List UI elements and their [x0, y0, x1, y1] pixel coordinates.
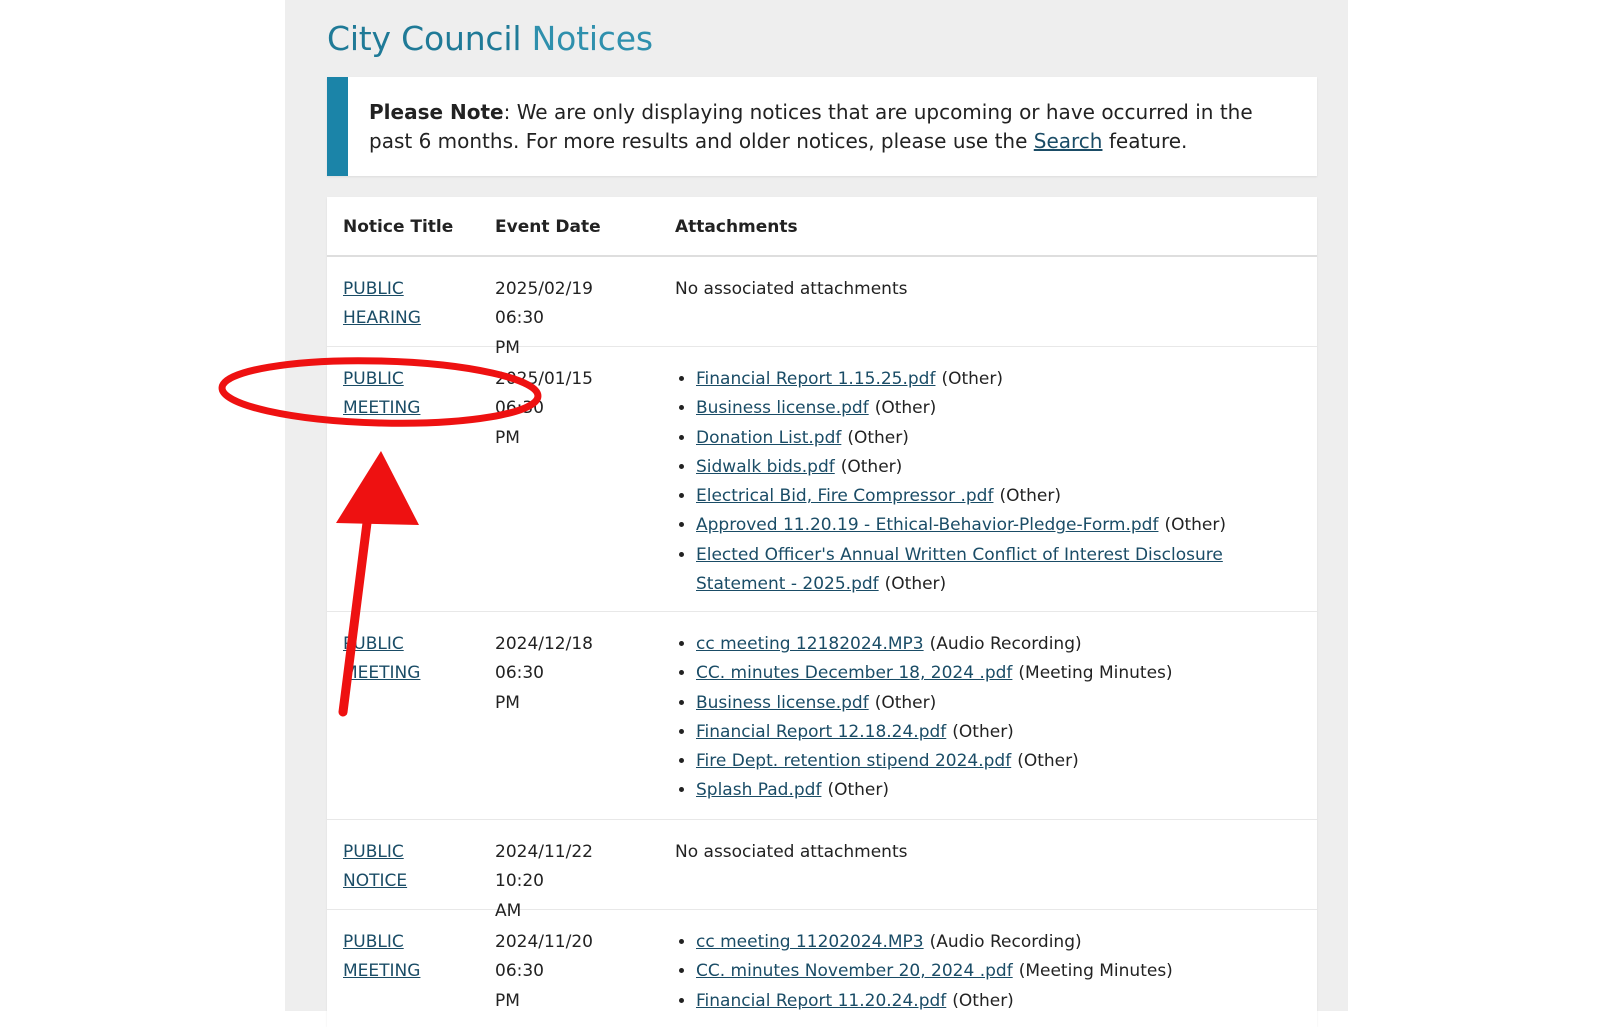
page-title: City Council Notices: [327, 19, 653, 58]
attachments-cell: Financial Report 1.15.25.pdf (Other) Busi…: [675, 365, 1295, 599]
list-item: Financial Report 1.15.25.pdf (Other): [696, 365, 1295, 394]
column-header-attachments[interactable]: Attachments: [675, 217, 798, 237]
attachment-type: (Other): [1017, 751, 1079, 772]
attachment-type: (Other): [874, 398, 937, 419]
list-item: Approved 11.20.19 - Ethical-Behavior-Ple…: [696, 511, 1295, 540]
attachment-type: (Other): [884, 574, 947, 595]
list-item: Business license.pdf(Other): [696, 689, 1295, 718]
event-date-cell: 2024/12/18 06:30 PM: [495, 634, 593, 713]
page-title-part2: Notices: [531, 19, 653, 58]
table-row: PUBLIC HEARING 2025/02/19 06:30 PM No asso…: [327, 257, 1317, 358]
notice-banner-accent-bar: [327, 77, 348, 176]
attachment-link[interactable]: Financial Report 1.15.25.pdf: [696, 369, 935, 389]
list-item: Elected Officer's Annual Written Conflic…: [696, 541, 1295, 600]
list-item: CC. minutes November 20, 2024 .pdf(Meeti…: [696, 957, 1295, 986]
attachment-type: (Other): [1164, 515, 1226, 536]
attachment-link[interactable]: cc meeting 12182024.MP3: [696, 634, 924, 654]
column-header-notice-title[interactable]: Notice Title: [343, 217, 453, 237]
attachments-cell: No associated attachments: [675, 275, 1295, 304]
table-row: PUBLICMEETING 2024/11/20 06:30PM cc meet…: [327, 910, 1317, 1027]
attachment-list: Financial Report 1.15.25.pdf (Other) Busi…: [675, 365, 1295, 599]
attachment-link[interactable]: Business license.pdf: [696, 398, 869, 418]
notice-banner-tail: feature.: [1102, 129, 1188, 153]
notice-title-cell: PUBLIC MEETING: [343, 365, 463, 424]
attachment-link[interactable]: cc meeting 11202024.MP3: [696, 932, 924, 952]
attachment-type: (Other): [952, 990, 1014, 1011]
attachment-link[interactable]: Electrical Bid, Fire Compressor .pdf: [696, 486, 993, 506]
list-item: Splash Pad.pdf (Other): [696, 776, 1295, 805]
notice-title-link[interactable]: PUBLIC MEETING: [343, 634, 420, 683]
table-row: PUBLICMEETING 2024/12/18 06:30PM cc meet…: [327, 612, 1317, 820]
notice-banner-bold: Please Note: [369, 100, 504, 124]
attachment-link[interactable]: Business license.pdf: [696, 693, 869, 713]
attachment-type: (Audio Recording): [929, 634, 1082, 654]
attachment-type: (Other): [999, 486, 1061, 507]
notice-banner: Please Note: We are only displaying noti…: [327, 77, 1317, 176]
attachment-type: (Other): [941, 369, 1004, 389]
notice-title-cell: PUBLIC MEETING: [343, 630, 463, 689]
attachment-type: (Other): [952, 721, 1014, 742]
list-item: Fire Dept. retention stipend 2024.pdf (Ot…: [696, 747, 1295, 776]
notice-banner-text: Please Note: We are only displaying noti…: [369, 98, 1289, 156]
table-row: PUBLICMEETING 2025/01/15 06:30PM Financi…: [327, 347, 1317, 612]
search-link[interactable]: Search: [1034, 129, 1103, 153]
attachment-link[interactable]: Splash Pad.pdf: [696, 780, 821, 800]
notice-title-link[interactable]: PUBLIC HEARING: [343, 279, 421, 328]
attachment-type: (Meeting Minutes): [1018, 663, 1173, 684]
notice-title-cell: PUBLIC HEARING: [343, 275, 463, 334]
page-title-part1: City Council: [327, 19, 522, 58]
notices-table: Notice Title Event Date Attachments PUBL…: [327, 197, 1317, 1027]
attachment-link[interactable]: Financial Report 12.18.24.pdf: [696, 722, 946, 742]
attachment-type: (Other): [847, 427, 909, 448]
list-item: Electrical Bid, Fire Compressor .pdf (Oth…: [696, 482, 1295, 511]
attachments-cell: cc meeting 11202024.MP3(Audio Recording)…: [675, 928, 1295, 1016]
list-item: Financial Report 11.20.24.pdf (Other): [696, 987, 1295, 1016]
column-header-event-date[interactable]: Event Date: [495, 217, 601, 237]
attachment-type: (Other): [840, 456, 903, 477]
page-container: City Council Notices Please Note: We are…: [285, 0, 1348, 1027]
attachment-type: (Other): [874, 692, 937, 713]
list-item: Donation List.pdf (Other): [696, 424, 1295, 453]
attachment-type: (Meeting Minutes): [1018, 961, 1173, 982]
list-item: cc meeting 12182024.MP3(Audio Recording): [696, 630, 1295, 659]
notice-title-cell: PUBLIC MEETING: [343, 928, 463, 987]
attachment-link[interactable]: CC. minutes December 18, 2024 .pdf: [696, 663, 1012, 683]
attachments-cell: No associated attachments: [675, 838, 1295, 867]
attachment-link[interactable]: Sidwalk bids.pdf: [696, 457, 835, 477]
attachment-type: (Other): [827, 780, 889, 801]
notice-title-link[interactable]: PUBLIC MEETING: [343, 369, 420, 418]
no-attachments-text: No associated attachments: [675, 279, 908, 299]
list-item: Business license.pdf(Other): [696, 394, 1295, 423]
event-date-cell: 2025/01/15 06:30 PM: [495, 369, 593, 448]
notice-title-cell: PUBLIC NOTICE: [343, 838, 463, 897]
table-header: Notice Title Event Date Attachments: [327, 197, 1317, 257]
attachments-cell: cc meeting 12182024.MP3(Audio Recording)…: [675, 630, 1295, 806]
no-attachments-text: No associated attachments: [675, 842, 908, 862]
list-item: Sidwalk bids.pdf(Other): [696, 453, 1295, 482]
attachment-link[interactable]: Financial Report 11.20.24.pdf: [696, 991, 946, 1011]
list-item: cc meeting 11202024.MP3(Audio Recording): [696, 928, 1295, 957]
table-row: PUBLIC NOTICE 2024/11/22 10:20 AM No assoc…: [327, 820, 1317, 921]
attachment-list: cc meeting 11202024.MP3(Audio Recording)…: [675, 928, 1295, 1016]
notice-title-link[interactable]: PUBLIC MEETING: [343, 932, 420, 981]
notice-title-link[interactable]: PUBLIC NOTICE: [343, 842, 407, 891]
attachment-link[interactable]: Fire Dept. retention stipend 2024.pdf: [696, 751, 1011, 771]
attachment-type: (Audio Recording): [929, 932, 1082, 952]
attachment-link[interactable]: Donation List.pdf: [696, 428, 841, 448]
attachment-link[interactable]: CC. minutes November 20, 2024 .pdf: [696, 961, 1013, 981]
event-date-cell: 2024/11/20 06:30 PM: [495, 932, 593, 1011]
list-item: CC. minutes December 18, 2024 .pdf (Meeti…: [696, 659, 1295, 688]
attachment-link[interactable]: Elected Officer's Annual Written Conflic…: [696, 545, 1223, 594]
attachment-link[interactable]: Approved 11.20.19 - Ethical-Behavior-Ple…: [696, 515, 1158, 535]
attachment-list: cc meeting 12182024.MP3(Audio Recording)…: [675, 630, 1295, 806]
list-item: Financial Report 12.18.24.pdf (Other): [696, 718, 1295, 747]
